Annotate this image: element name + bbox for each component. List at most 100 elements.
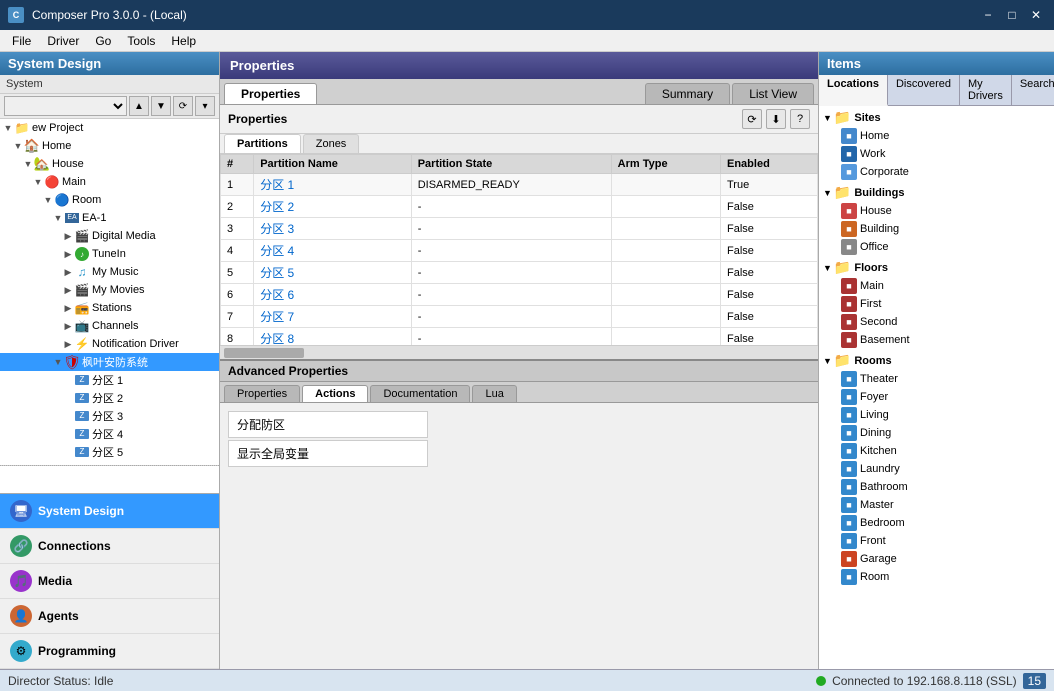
table-row[interactable]: 7分区 7-False — [221, 306, 818, 328]
menu-driver[interactable]: Driver — [39, 32, 87, 50]
table-row[interactable]: 4分区 4-False — [221, 240, 818, 262]
tree-item-notif-driver[interactable]: ▶⚡Notification Driver — [0, 335, 219, 353]
section-header-floors[interactable]: ▼📁Floors — [821, 258, 1052, 277]
list-item[interactable]: ■Master — [821, 496, 1052, 514]
tree-item-house[interactable]: ▼🏡House — [0, 155, 219, 173]
list-item[interactable]: ■Foyer — [821, 388, 1052, 406]
down-button[interactable]: ▼ — [151, 96, 171, 116]
tab-partitions[interactable]: Partitions — [224, 134, 301, 153]
nav-item-system-design[interactable]: 🖥System Design — [0, 494, 219, 529]
nav-item-connections[interactable]: 🔗Connections — [0, 529, 219, 564]
list-item[interactable]: ■Building — [821, 220, 1052, 238]
table-row[interactable]: 5分区 5-False — [221, 262, 818, 284]
tree-item-my-music[interactable]: ▶♫My Music — [0, 263, 219, 281]
tree-item-main[interactable]: ▼🔴Main — [0, 173, 219, 191]
minimize-button[interactable]: − — [978, 7, 998, 23]
maximize-button[interactable]: □ — [1002, 7, 1022, 23]
menu-file[interactable]: File — [4, 32, 39, 50]
list-item[interactable]: ■Theater — [821, 370, 1052, 388]
list-item[interactable]: ■Work — [821, 145, 1052, 163]
properties-tabs: Properties Summary List View — [220, 79, 818, 105]
tree-item-stations[interactable]: ▶📻Stations — [0, 299, 219, 317]
tree-item-ea1[interactable]: ▼EAEA-1 — [0, 209, 219, 227]
nav-item-media[interactable]: 🎵Media — [0, 564, 219, 599]
refresh-props-button[interactable]: ⟳ — [742, 109, 762, 129]
tree-item-zone2[interactable]: Z分区 2 — [0, 389, 219, 407]
tree-item-zone4[interactable]: Z分区 4 — [0, 425, 219, 443]
tree-item-alarm-system[interactable]: ▼🛡枫叶安防系统 — [0, 353, 219, 371]
close-button[interactable]: ✕ — [1026, 7, 1046, 23]
nav-item-agents[interactable]: 👤Agents — [0, 599, 219, 634]
adv-tab-properties[interactable]: Properties — [224, 385, 300, 402]
system-dropdown[interactable] — [4, 96, 127, 116]
list-item[interactable]: ■Second — [821, 313, 1052, 331]
filter-button[interactable]: ▾ — [195, 96, 215, 116]
download-button[interactable]: ⬇ — [766, 109, 786, 129]
room-icon: 🔵 — [54, 192, 70, 208]
list-item[interactable]: ■Basement — [821, 331, 1052, 349]
list-item[interactable]: ■Laundry — [821, 460, 1052, 478]
list-item[interactable]: ■Front — [821, 532, 1052, 550]
menu-go[interactable]: Go — [87, 32, 119, 50]
tab-properties[interactable]: Properties — [224, 83, 317, 104]
section-header-rooms[interactable]: ▼📁Rooms — [821, 351, 1052, 370]
action-item[interactable]: 显示全局变量 — [228, 440, 428, 467]
tree-item-ew-project[interactable]: ▼📁ew Project — [0, 119, 219, 137]
menu-help[interactable]: Help — [163, 32, 204, 50]
tab-my-drivers[interactable]: My Drivers — [960, 75, 1012, 105]
table-row[interactable]: 8分区 8-False — [221, 328, 818, 346]
table-row[interactable]: 6分区 6-False — [221, 284, 818, 306]
adv-tab-documentation[interactable]: Documentation — [370, 385, 470, 402]
section-header-buildings[interactable]: ▼📁Buildings — [821, 183, 1052, 202]
tree-item-digital-media[interactable]: ▶🎬Digital Media — [0, 227, 219, 245]
tab-discovered[interactable]: Discovered — [888, 75, 960, 105]
list-item[interactable]: ■Corporate — [821, 163, 1052, 181]
help-button[interactable]: ? — [790, 109, 810, 129]
house-icon: ■ — [841, 203, 857, 219]
tree-item-channels[interactable]: ▶📺Channels — [0, 317, 219, 335]
tree-item-zone1[interactable]: Z分区 1 — [0, 371, 219, 389]
col-enabled: Enabled — [721, 155, 818, 174]
table-row[interactable]: 3分区 3-False — [221, 218, 818, 240]
list-item[interactable]: ■Bedroom — [821, 514, 1052, 532]
list-item[interactable]: ■Bathroom — [821, 478, 1052, 496]
tab-locations[interactable]: Locations — [819, 75, 888, 106]
tree-item-tunein[interactable]: ▶♪TuneIn — [0, 245, 219, 263]
list-item[interactable]: ■Office — [821, 238, 1052, 256]
list-item[interactable]: ■Home — [821, 127, 1052, 145]
tab-summary[interactable]: Summary — [645, 83, 730, 104]
items-section-buildings: ▼📁Buildings■House■Building■Office — [821, 183, 1052, 256]
app-title: Composer Pro 3.0.0 - (Local) — [32, 8, 970, 22]
movies-icon: 🎬 — [74, 282, 90, 298]
table-row[interactable]: 2分区 2-False — [221, 196, 818, 218]
list-item[interactable]: ■First — [821, 295, 1052, 313]
h-scrollbar[interactable] — [220, 345, 818, 359]
adv-tab-lua[interactable]: Lua — [472, 385, 516, 402]
menu-tools[interactable]: Tools — [119, 32, 163, 50]
list-item[interactable]: ■Dining — [821, 424, 1052, 442]
list-item[interactable]: ■Room — [821, 568, 1052, 586]
nav-item-programming[interactable]: ⚙Programming — [0, 634, 219, 669]
list-item[interactable]: ■House — [821, 202, 1052, 220]
list-item[interactable]: ■Kitchen — [821, 442, 1052, 460]
adv-tab-actions[interactable]: Actions — [302, 385, 368, 402]
alarm-icon: 🛡 — [64, 354, 80, 370]
table-row[interactable]: 1分区 1DISARMED_READYTrue — [221, 174, 818, 196]
list-item[interactable]: ■Living — [821, 406, 1052, 424]
up-button[interactable]: ▲ — [129, 96, 149, 116]
zone-icon: Z — [74, 408, 90, 424]
list-item[interactable]: ■Main — [821, 277, 1052, 295]
tab-zones[interactable]: Zones — [303, 134, 360, 153]
tree-item-zone3[interactable]: Z分区 3 — [0, 407, 219, 425]
tree-item-zone5-partial[interactable]: Z分区 5 — [0, 443, 219, 461]
section-header-sites[interactable]: ▼📁Sites — [821, 108, 1052, 127]
tree-item-home[interactable]: ▼🏠Home — [0, 137, 219, 155]
refresh-button[interactable]: ⟳ — [173, 96, 193, 116]
action-item[interactable]: 分配防区 — [228, 411, 428, 438]
list-item[interactable]: ■Garage — [821, 550, 1052, 568]
tab-list-view[interactable]: List View — [732, 83, 814, 104]
tree-item-my-movies[interactable]: ▶🎬My Movies — [0, 281, 219, 299]
tab-search[interactable]: Search — [1012, 75, 1054, 105]
partition-table: # Partition Name Partition State Arm Typ… — [220, 154, 818, 345]
tree-item-room[interactable]: ▼🔵Room — [0, 191, 219, 209]
